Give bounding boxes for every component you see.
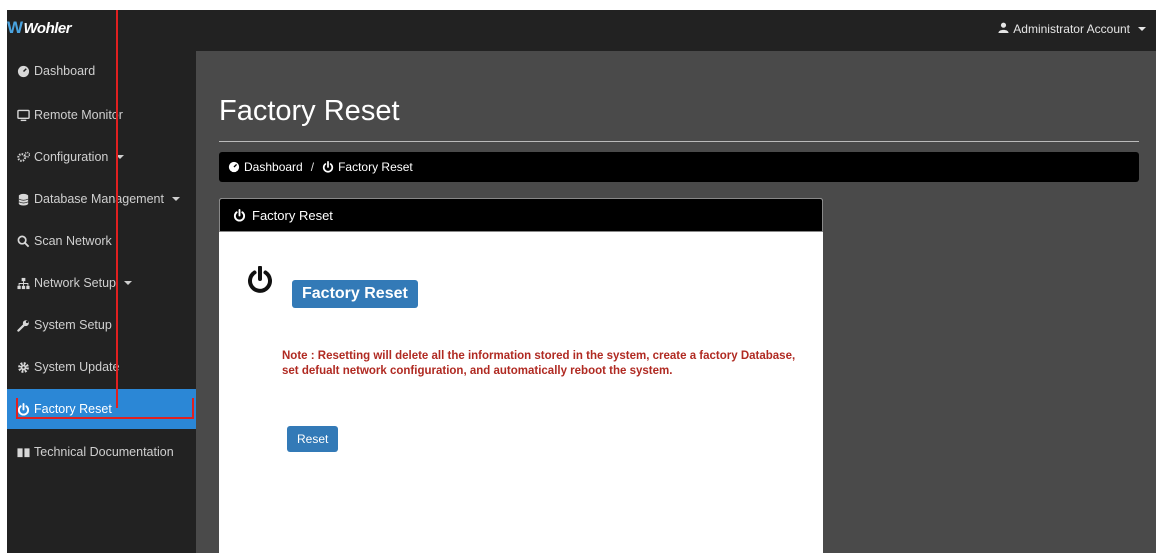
factory-reset-badge: Factory Reset — [292, 280, 418, 308]
database-icon — [16, 192, 30, 206]
breadcrumb: Dashboard / Factory Reset — [219, 152, 1139, 182]
account-menu[interactable]: Administrator Account — [998, 22, 1146, 36]
power-icon — [322, 161, 334, 173]
book-icon — [16, 445, 30, 459]
sidebar: Dashboard Remote Monitor Configuration D… — [7, 51, 196, 553]
sidebar-item-scan-network[interactable]: Scan Network — [7, 221, 196, 261]
chevron-down-icon — [1138, 27, 1146, 31]
dashboard-icon — [16, 64, 30, 78]
breadcrumb-home[interactable]: Dashboard — [244, 160, 303, 174]
app-frame: WWohler Administrator Account Dashboard … — [7, 10, 1156, 553]
sidebar-item-technical-documentation[interactable]: Technical Documentation — [7, 432, 196, 472]
title-divider — [219, 141, 1139, 142]
sidebar-item-network-setup[interactable]: Network Setup — [7, 263, 196, 303]
gear-icon — [16, 360, 30, 374]
monitor-icon — [16, 108, 30, 122]
wohler-logo[interactable]: WWohler — [7, 18, 72, 38]
sitemap-icon — [16, 276, 30, 290]
page-title: Factory Reset — [219, 95, 400, 127]
search-icon — [16, 234, 30, 248]
sidebar-item-configuration[interactable]: Configuration — [7, 137, 196, 177]
annotation-line — [116, 10, 118, 408]
power-icon — [247, 265, 273, 294]
breadcrumb-separator: / — [310, 160, 315, 174]
account-label: Administrator Account — [1013, 22, 1130, 36]
wrench-icon — [16, 318, 30, 332]
sidebar-item-dashboard[interactable]: Dashboard — [7, 51, 196, 91]
dashboard-icon — [228, 161, 240, 173]
sidebar-item-system-setup[interactable]: System Setup — [7, 305, 196, 345]
user-icon — [998, 22, 1009, 36]
power-icon — [233, 208, 246, 222]
reset-warning-note: Note : Resetting will delete all the inf… — [282, 350, 796, 377]
top-navbar: WWohler Administrator Account — [7, 10, 1156, 51]
factory-reset-panel: Factory Reset Factory Reset Note : Reset… — [219, 198, 823, 553]
sidebar-item-database-management[interactable]: Database Management — [7, 179, 196, 219]
sidebar-item-remote-monitor[interactable]: Remote Monitor — [7, 95, 196, 135]
chevron-down-icon — [171, 197, 180, 201]
main-content: Factory Reset Dashboard / Factory Reset … — [196, 51, 1156, 553]
gears-icon — [16, 150, 30, 164]
chevron-down-icon — [123, 281, 132, 285]
sidebar-item-system-update[interactable]: System Update — [7, 347, 196, 387]
panel-header: Factory Reset — [219, 198, 823, 232]
annotation-highlight-box — [16, 398, 194, 419]
reset-button[interactable]: Reset — [287, 426, 339, 452]
panel-header-title: Factory Reset — [252, 207, 333, 223]
breadcrumb-current: Factory Reset — [338, 160, 413, 174]
